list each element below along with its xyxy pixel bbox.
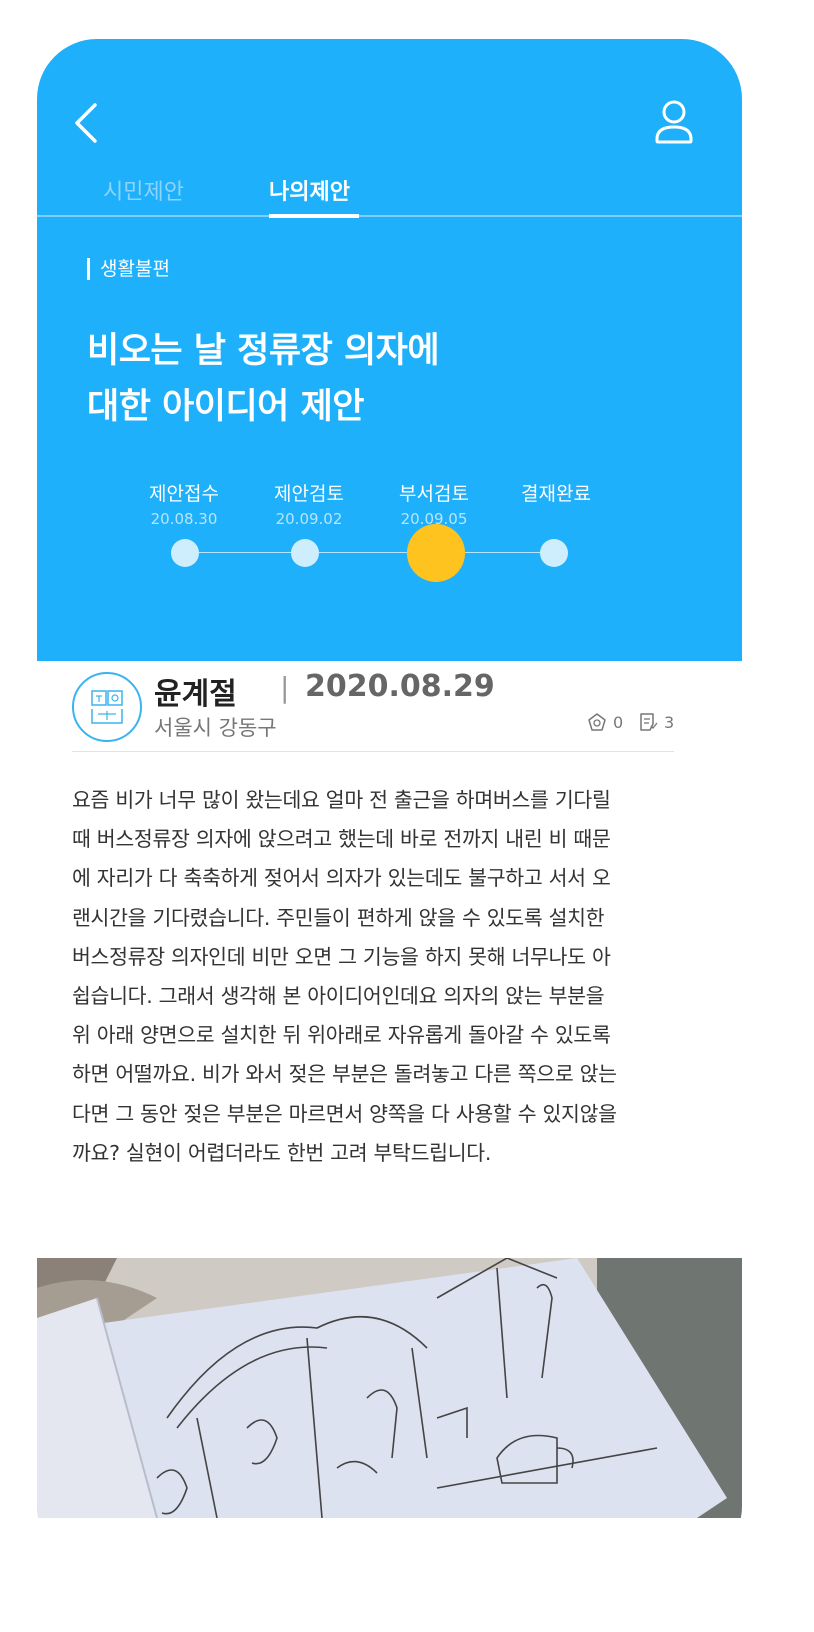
like-count-button[interactable]: 0 (587, 712, 623, 732)
step-date: 20.08.30 (150, 510, 218, 528)
like-count: 0 (613, 712, 624, 732)
step-label: 제안검토 (274, 483, 344, 505)
step-label: 부서검토 (399, 483, 469, 505)
post-date: 2020.08.29 (305, 669, 495, 704)
author-name: 윤계절 (154, 677, 237, 712)
step-label: 결재완료 (521, 483, 591, 505)
step-approved: 결재완료 (491, 479, 621, 510)
app-screen: 시민제안 나의제안 생활불편 비오는 날 정류장 의자에 대한 아이디어 제안 … (37, 39, 742, 1566)
back-button[interactable] (67, 99, 107, 149)
step-received: 제안접수 20.08.30 (119, 479, 249, 528)
sketch-image (37, 1258, 742, 1518)
step-label: 제안접수 (149, 483, 219, 505)
author-district: 서울시 강동구 (154, 716, 277, 740)
tab-citizen-proposals[interactable]: 시민제안 (103, 174, 184, 206)
district-logo-icon (91, 690, 123, 724)
district-logo (72, 672, 142, 742)
like-icon (588, 713, 606, 731)
chevron-left-icon (75, 103, 97, 143)
step-date: 20.09.02 (275, 510, 343, 528)
category-label: 생활불편 (87, 258, 170, 280)
proposal-image (37, 1258, 742, 1518)
step-dot-2 (291, 539, 319, 567)
profile-button[interactable] (652, 99, 696, 149)
proposal-header: 시민제안 나의제안 생활불편 비오는 날 정류장 의자에 대한 아이디어 제안 … (37, 39, 742, 661)
tab-my-proposals[interactable]: 나의제안 (269, 174, 350, 206)
proposal-body: 요즘 비가 너무 많이 왔는데요 얼마 전 출근을 하며버스를 기다릴 때 버스… (72, 788, 617, 1165)
user-icon (655, 100, 693, 144)
proposal-title: 비오는 날 정류장 의자에 대한 아이디어 제안 (87, 331, 440, 427)
comment-count-button[interactable]: 3 (638, 712, 674, 732)
author-info: 윤계절 | 2020.08.29 서울시 강동구 0 3 (72, 669, 712, 749)
comment-count: 3 (664, 712, 675, 732)
step-dot-1 (171, 539, 199, 567)
progress-track (185, 552, 555, 553)
tab-divider (37, 215, 742, 217)
step-dot-4 (540, 539, 568, 567)
step-dot-current (407, 524, 465, 582)
comment-icon (640, 713, 658, 731)
active-tab-indicator (269, 214, 359, 218)
step-review: 제안검토 20.09.02 (244, 479, 374, 528)
divider (72, 751, 674, 752)
step-department-review: 부서검토 20.09.05 (369, 479, 499, 528)
separator: | (280, 671, 290, 704)
